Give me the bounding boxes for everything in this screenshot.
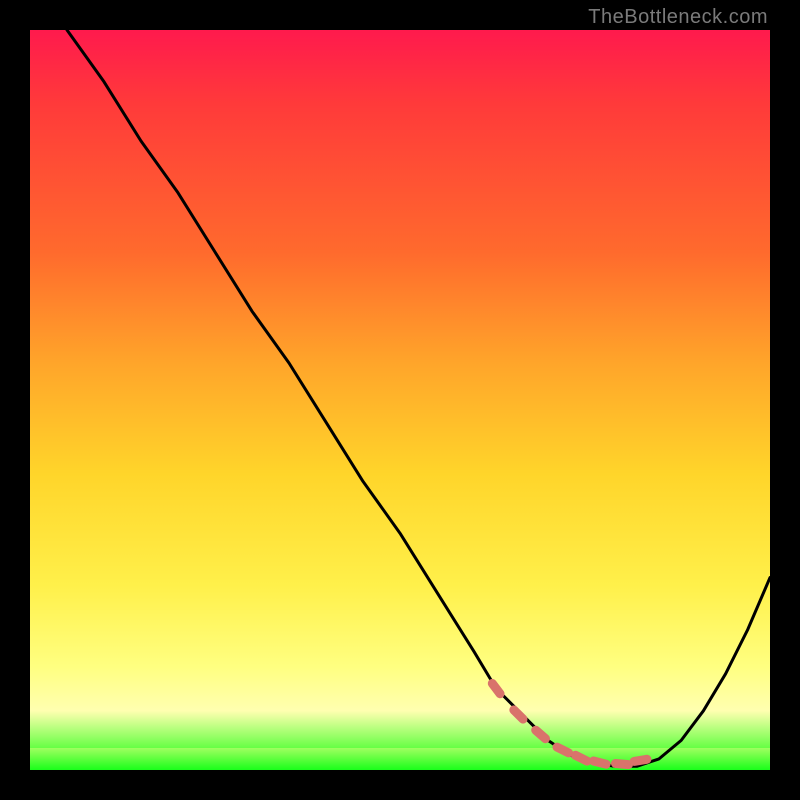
chart-svg xyxy=(30,30,770,770)
optimal-marker xyxy=(514,710,523,719)
optimal-marker xyxy=(616,764,629,765)
attribution-label: TheBottleneck.com xyxy=(588,6,768,29)
bottleneck-curve-path xyxy=(67,30,770,766)
optimal-marker xyxy=(594,761,607,764)
optimal-marker xyxy=(536,730,546,739)
optimal-marker xyxy=(634,759,647,761)
optimal-zone-markers xyxy=(492,683,647,764)
chart-frame: TheBottleneck.com xyxy=(0,0,800,800)
optimal-marker xyxy=(576,755,588,761)
plot-area xyxy=(30,30,770,770)
optimal-marker xyxy=(492,683,500,693)
optimal-marker xyxy=(557,747,569,753)
bottleneck-curve xyxy=(67,30,770,766)
